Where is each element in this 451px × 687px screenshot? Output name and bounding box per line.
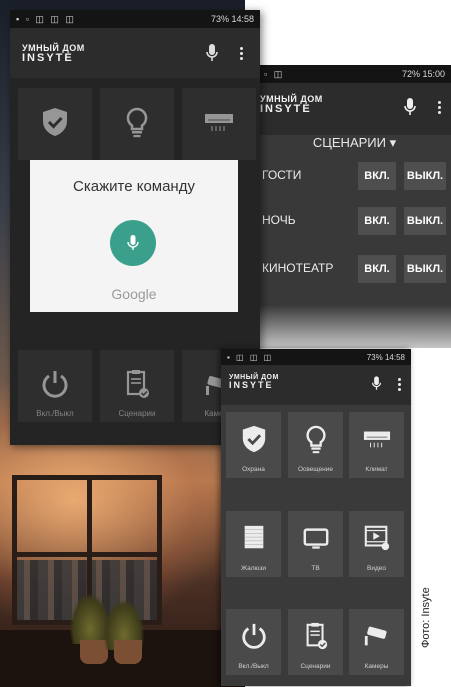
clipboard-check-icon — [306, 622, 328, 650]
tile-video[interactable]: Видео — [349, 511, 404, 577]
tile-lighting[interactable]: Освещение — [288, 412, 343, 478]
status-clock: 73% 14:58 — [366, 353, 405, 362]
tile-tv[interactable]: ТВ — [288, 511, 343, 577]
notification-icons: ▪ ◫ ◫ ◫ — [227, 353, 274, 362]
status-bar: ▪ ◫ ◫ ◫ 73% 14:58 — [221, 349, 411, 365]
video-icon — [364, 525, 390, 551]
app-logo: УМНЫЙ ДОМ INSYTE — [260, 94, 323, 115]
tile-cameras[interactable]: Камеры — [349, 609, 404, 675]
more-options-icon[interactable] — [240, 47, 243, 62]
main-menu-screen: ▪ ◫ ◫ ◫ 73% 14:58 УМНЫЙ ДОМ INSYTE Охран… — [221, 349, 411, 686]
scenario-off-button[interactable]: ВЫКЛ. — [404, 255, 446, 283]
status-bar: ▪ ▫ ◫ ◫ ◫ 73% 14:58 — [10, 10, 260, 28]
tile-scenarios[interactable]: Сценарии — [288, 609, 343, 675]
mic-icon[interactable] — [205, 43, 219, 63]
mic-icon[interactable] — [371, 375, 382, 392]
scenario-off-button[interactable]: ВЫКЛ. — [404, 207, 446, 235]
scenario-row: НОЧЬ ВКЛ. ВЫКЛ. — [258, 201, 451, 241]
status-bar: ▫ ◫ 72% 15:00 — [258, 65, 451, 83]
notification-icons: ▫ ◫ — [264, 69, 285, 79]
notification-icons: ▪ ▫ ◫ ◫ ◫ — [16, 14, 76, 24]
scenario-on-button[interactable]: ВКЛ. — [358, 255, 396, 283]
status-clock: 72% 15:00 — [401, 69, 445, 79]
voice-mic-button[interactable] — [110, 220, 156, 266]
mic-icon — [127, 235, 139, 250]
blinds-icon — [244, 525, 264, 549]
lightbulb-icon — [306, 425, 326, 454]
voice-dialog: Скажите команду Google — [30, 160, 238, 312]
power-icon — [242, 623, 266, 649]
scenario-on-button[interactable]: ВКЛ. — [358, 207, 396, 235]
status-clock: 73% 14:58 — [210, 14, 254, 24]
air-conditioner-icon — [363, 431, 391, 448]
voice-dialog-title: Скажите команду — [73, 178, 195, 195]
tv-icon — [303, 528, 329, 549]
scenarios-screen: ▫ ◫ 72% 15:00 УМНЫЙ ДОМ INSYTE СЦЕНАРИИ … — [258, 65, 451, 348]
app-bar: УМНЫЙ ДОМ INSYTE — [10, 28, 260, 78]
app-bar: УМНЫЙ ДОМ INSYTE — [258, 83, 451, 135]
tile-security[interactable]: Охрана — [226, 412, 281, 478]
tile-power[interactable]: Вкл./Выкл — [226, 609, 281, 675]
camera-icon — [364, 626, 387, 646]
fade-overlay — [258, 305, 451, 348]
shield-check-icon — [242, 425, 266, 453]
scenario-off-button[interactable]: ВЫКЛ. — [404, 162, 446, 190]
more-options-icon[interactable] — [438, 101, 441, 116]
app-logo: УМНЫЙ ДОМ INSYTE — [229, 374, 279, 390]
tile-climate[interactable]: Климат — [349, 412, 404, 478]
mic-icon[interactable] — [403, 97, 417, 117]
app-logo: УМНЫЙ ДОМ INSYTE — [22, 43, 85, 64]
flower-pot — [114, 640, 142, 664]
app-bar: УМНЫЙ ДОМ INSYTE — [221, 365, 411, 405]
scenario-row: КИНОТЕАТР ВКЛ. ВЫКЛ. — [258, 249, 451, 289]
tile-blinds[interactable]: Жалюзи — [226, 511, 281, 577]
photo-credit: Фото: Insyte — [420, 587, 432, 648]
scenario-row: ГОСТИ ВКЛ. ВЫКЛ. — [258, 156, 451, 196]
scenario-on-button[interactable]: ВКЛ. — [358, 162, 396, 190]
more-options-icon[interactable] — [398, 378, 401, 393]
google-brand: Google — [111, 286, 157, 302]
scenarios-dropdown[interactable]: СЦЕНАРИИ ▾ — [258, 135, 451, 151]
